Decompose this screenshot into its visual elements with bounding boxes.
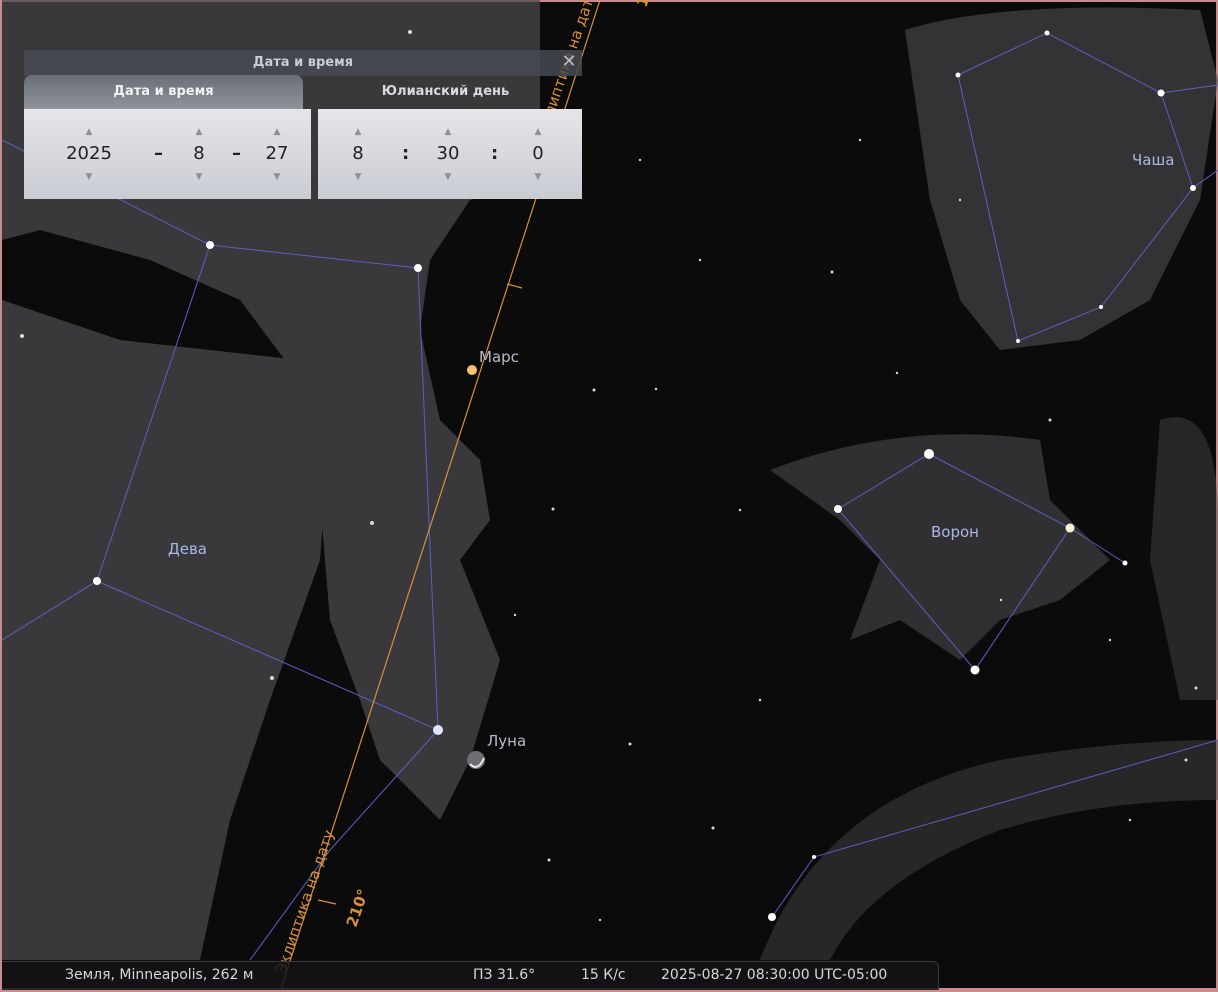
fps-text: 15 К/с: [581, 967, 626, 983]
arrow-up-icon[interactable]: ▲: [338, 127, 378, 137]
arrow-up-icon[interactable]: ▲: [54, 127, 124, 137]
constellation-label-crater[interactable]: Чаша: [1132, 151, 1174, 169]
year-value[interactable]: 2025: [54, 143, 124, 164]
arrow-down-icon[interactable]: ▼: [338, 172, 378, 182]
arrow-down-icon[interactable]: ▼: [179, 172, 219, 182]
constellation-label-virgo[interactable]: Дева: [168, 540, 207, 558]
minute-value[interactable]: 30: [428, 143, 468, 164]
mars-planet[interactable]: [467, 365, 477, 375]
hour-spinbox[interactable]: ▲ 8 ▼: [338, 109, 378, 199]
arrow-up-icon[interactable]: ▲: [257, 127, 297, 137]
arrow-down-icon[interactable]: ▼: [257, 172, 297, 182]
minute-spinbox[interactable]: ▲ 30 ▼: [428, 109, 468, 199]
tab-date-time[interactable]: Дата и время: [24, 75, 303, 109]
time-separator: :: [402, 143, 410, 164]
month-spinbox[interactable]: ▲ 8 ▼: [179, 109, 219, 199]
dialog-title[interactable]: Дата и время: [24, 50, 582, 76]
constellation-label-corvus[interactable]: Ворон: [931, 523, 979, 541]
day-spinbox[interactable]: ▲ 27 ▼: [257, 109, 297, 199]
tab-julian-day[interactable]: Юлианский день: [309, 75, 582, 109]
planet-label-mars[interactable]: Марс: [479, 348, 519, 366]
fov-text: ПЗ 31.6°: [473, 967, 536, 983]
arrow-down-icon[interactable]: ▼: [518, 172, 558, 182]
close-icon[interactable]: ✕: [560, 53, 578, 71]
second-value[interactable]: 0: [518, 143, 558, 164]
arrow-down-icon[interactable]: ▼: [54, 172, 124, 182]
time-panel: ▲ 8 ▼ : ▲ 30 ▼ : ▲ 0 ▼: [318, 109, 582, 199]
date-time-dialog: Дата и время ✕ Дата и время Юлианский де…: [24, 50, 582, 200]
datetime-text[interactable]: 2025-08-27 08:30:00 UTC-05:00: [661, 967, 887, 983]
year-spinbox[interactable]: ▲ 2025 ▼: [54, 109, 124, 199]
arrow-up-icon[interactable]: ▲: [179, 127, 219, 137]
arrow-down-icon[interactable]: ▼: [428, 172, 468, 182]
hour-value[interactable]: 8: [338, 143, 378, 164]
date-panel: ▲ 2025 ▼ – ▲ 8 ▼ – ▲ 27 ▼: [24, 109, 311, 199]
planet-label-moon[interactable]: Луна: [487, 732, 526, 750]
day-value[interactable]: 27: [257, 143, 297, 164]
date-separator: –: [232, 143, 241, 164]
arrow-up-icon[interactable]: ▲: [518, 127, 558, 137]
arrow-up-icon[interactable]: ▲: [428, 127, 468, 137]
month-value[interactable]: 8: [179, 143, 219, 164]
status-bar: Земля, Minneapolis, 262 м ПЗ 31.6° 15 К/…: [2, 961, 939, 990]
second-spinbox[interactable]: ▲ 0 ▼: [518, 109, 558, 199]
location-text[interactable]: Земля, Minneapolis, 262 м: [65, 967, 254, 983]
time-separator: :: [491, 143, 499, 164]
date-separator: –: [154, 143, 163, 164]
